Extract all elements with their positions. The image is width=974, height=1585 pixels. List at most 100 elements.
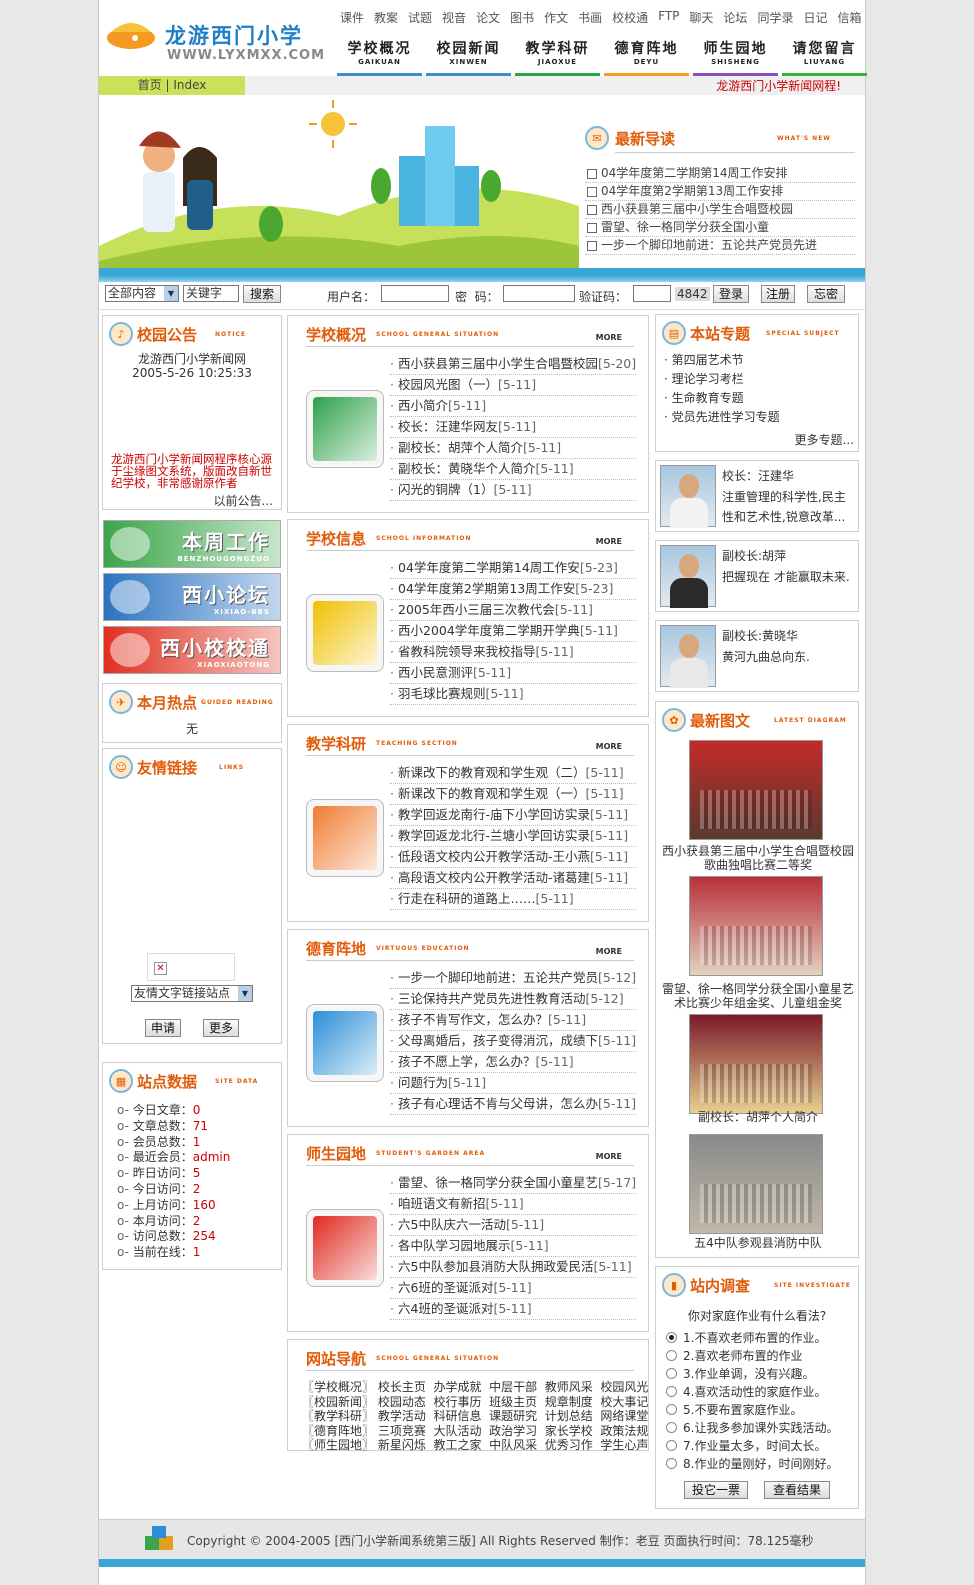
latest-item[interactable]: 04学年度第2学期第13周工作安排 [585,183,855,201]
login-button[interactable]: 登录 [713,285,749,303]
radio-icon[interactable] [666,1368,677,1379]
section-item[interactable]: 各中队学习园地展示[5-11] [390,1236,636,1257]
section-item[interactable]: 问题行为[5-11] [390,1073,636,1094]
top-link[interactable]: 教案 [369,9,403,26]
section-item[interactable]: 2005年西小三届三次教代会[5-11] [390,600,636,621]
section-item[interactable]: 低段语文校内公开教学活动-王小燕[5-11] [390,847,636,868]
password-input[interactable] [503,285,575,302]
site-nav-row[interactable]: 〖德育阵地〗 三项竞赛 大队活动 政治学习 家长学校 政策法规 [302,1424,648,1439]
top-link[interactable]: 同学录 [752,9,798,26]
section-item[interactable]: 副校长：黄晓华个人简介[5-11] [390,459,636,480]
section-more-link[interactable]: MORE [596,947,622,956]
nav-item[interactable]: 校园新闻 XINWEN [424,36,513,76]
section-item[interactable]: 校长：汪建华网友[5-11] [390,417,636,438]
section-more-link[interactable]: MORE [596,1152,622,1161]
section-item[interactable]: 三论保持共产党员先进性教育活动[5-12] [390,989,636,1010]
radio-icon[interactable] [666,1404,677,1415]
apply-link-button[interactable]: 申请 [145,1019,181,1037]
section-item[interactable]: 教学回返龙南行-庙下小学回访实录[5-11] [390,805,636,826]
gallery-photo[interactable] [689,740,823,840]
topic-item[interactable]: · 第四届艺术节 [664,351,780,370]
top-link[interactable]: 课件 [335,9,369,26]
section-item[interactable]: 新课改下的教育观和学生观（二）[5-11] [390,763,636,784]
site-nav-row[interactable]: 〖教学科研〗 教学活动 科研信息 课题研究 计划总结 网络课堂 [302,1409,648,1424]
topics-more-link[interactable]: 更多专题... [795,431,854,448]
vote-button[interactable]: 投它一票 [684,1481,748,1499]
radio-icon[interactable] [666,1386,677,1397]
news-marquee[interactable]: 龙游西门小学新闻网程! [716,77,841,94]
notice-body[interactable]: 龙游西门小学新闻网程序核心源于尘缘图文系统，版面改自新世纪学校，非常感谢原作者 [111,453,277,489]
latest-item[interactable]: 04学年度第二学期第14周工作安排 [585,165,855,183]
nav-item[interactable]: 学校概况 GAIKUAN [335,36,424,76]
section-item[interactable]: 行走在科研的道路上……[5-11] [390,889,636,910]
top-link[interactable]: 试题 [403,9,437,26]
survey-option[interactable]: 1.不喜欢老师布置的作业。 [666,1329,826,1346]
search-button[interactable]: 搜索 [243,285,281,303]
top-link[interactable]: 论坛 [718,9,752,26]
top-link[interactable]: 日记 [798,9,832,26]
survey-option[interactable]: 4.喜欢活动性的家庭作业。 [666,1383,826,1400]
gallery-caption[interactable]: 西小获县第三届中小学生合唱暨校园歌曲独唱比赛二等奖 [660,844,856,872]
latest-item[interactable]: 雷望、徐一格同学分获全国小童 [585,219,855,237]
section-item[interactable]: 孩子不肯写作文，怎么办？[5-11] [390,1010,636,1031]
topic-item[interactable]: · 生命教育专题 [664,389,780,408]
section-more-link[interactable]: MORE [596,537,622,546]
section-item[interactable]: 04学年度第2学期第13周工作安[5-23] [390,579,636,600]
section-item[interactable]: 六6班的圣诞派对[5-11] [390,1278,636,1299]
radio-icon[interactable] [666,1350,677,1361]
section-item[interactable]: 孩子不愿上学，怎么办？[5-11] [390,1052,636,1073]
latest-item[interactable]: 西小获县第三届中小学生合唱暨校园 [585,201,855,219]
links-select[interactable]: 友情文字链接站点 ▼ [131,985,253,1002]
survey-option[interactable]: 3.作业单调，没有兴趣。 [666,1365,814,1382]
site-nav-row[interactable]: 〖校园新闻〗 校园动态 校行事历 班级主页 规章制度 校大事记 [302,1395,648,1410]
nav-item[interactable]: 德育阵地 DEYU [602,36,691,76]
radio-icon[interactable] [666,1440,677,1451]
register-button[interactable]: 注册 [761,285,795,303]
section-item[interactable]: 西小2004学年度第二学期开学典[5-11] [390,621,636,642]
gallery-photo[interactable] [689,876,823,976]
section-item[interactable]: 副校长：胡萍个人简介[5-11] [390,438,636,459]
site-nav-row[interactable]: 〖师生园地〗 新星闪烁 教工之家 中队风采 优秀习作 学生心声 [302,1438,648,1453]
image-button[interactable]: 西小校校通 XIAOXIAOTONG [103,626,281,674]
captcha-input[interactable] [633,285,671,302]
survey-option[interactable]: 6.让我多参加课外实践活动。 [666,1419,838,1436]
top-link[interactable]: 校校通 [607,9,653,26]
leader-card[interactable]: 副校长:胡萍 把握现在 才能赢取未来. [655,540,859,612]
section-item[interactable]: 西小简介[5-11] [390,396,636,417]
section-item[interactable]: 省教科院领导来我校指导[5-11] [390,642,636,663]
radio-icon[interactable] [666,1422,677,1433]
section-item[interactable]: 六4班的圣诞派对[5-11] [390,1299,636,1320]
section-item[interactable]: 父母离婚后，孩子变得消沉，成绩下[5-11] [390,1031,636,1052]
section-item[interactable]: 教学回返龙北行-兰塘小学回访实录[5-11] [390,826,636,847]
radio-icon[interactable] [666,1458,677,1469]
nav-item[interactable]: 请您留言 LIUYANG [780,36,869,76]
section-item[interactable]: 校园风光图（一）[5-11] [390,375,636,396]
section-item[interactable]: 一步一个脚印地前进：五论共产党员[5-12] [390,968,636,989]
top-link[interactable]: 信箱 [832,9,866,26]
top-link[interactable]: 书画 [573,9,607,26]
top-link[interactable]: 作文 [539,9,573,26]
survey-option[interactable]: 7.作业量太多，时间太长。 [666,1437,826,1454]
section-item[interactable]: 西小获县第三届中小学生合唱暨校园[5-20] [390,354,636,375]
section-item[interactable]: 六5中队庆六一活动[5-11] [390,1215,636,1236]
forgot-password-button[interactable]: 忘密 [807,285,845,303]
section-item[interactable]: 羽毛球比赛规则[5-11] [390,684,636,705]
section-more-link[interactable]: MORE [596,742,622,751]
latest-item[interactable]: 一步一个脚印地前进：五论共产党员先进 [585,237,855,255]
top-link[interactable]: 图书 [505,9,539,26]
gallery-caption[interactable]: 副校长：胡萍个人简介 [660,1110,856,1124]
view-results-button[interactable]: 查看结果 [764,1481,830,1499]
keyword-input[interactable]: 关键字 [183,285,239,302]
section-item[interactable]: 孩子有心理话不肯与父母讲，怎么办[5-11] [390,1094,636,1115]
gallery-photo[interactable] [689,1134,823,1234]
survey-option[interactable]: 2.喜欢老师布置的作业 [666,1347,802,1364]
gallery-photo[interactable] [689,1014,823,1114]
top-link[interactable]: 视音 [437,9,471,26]
topic-item[interactable]: · 理论学习考栏 [664,370,780,389]
breadcrumb[interactable]: 首页 | Index [99,76,245,95]
radio-icon[interactable] [666,1332,677,1343]
nav-item[interactable]: 教学科研 JIAOXUE [513,36,602,76]
section-item[interactable]: 雷望、徐一格同学分获全国小童星艺[5-17] [390,1173,636,1194]
section-item[interactable]: 新课改下的教育观和学生观（一）[5-11] [390,784,636,805]
section-item[interactable]: 闪光的铜牌（1）[5-11] [390,480,636,501]
